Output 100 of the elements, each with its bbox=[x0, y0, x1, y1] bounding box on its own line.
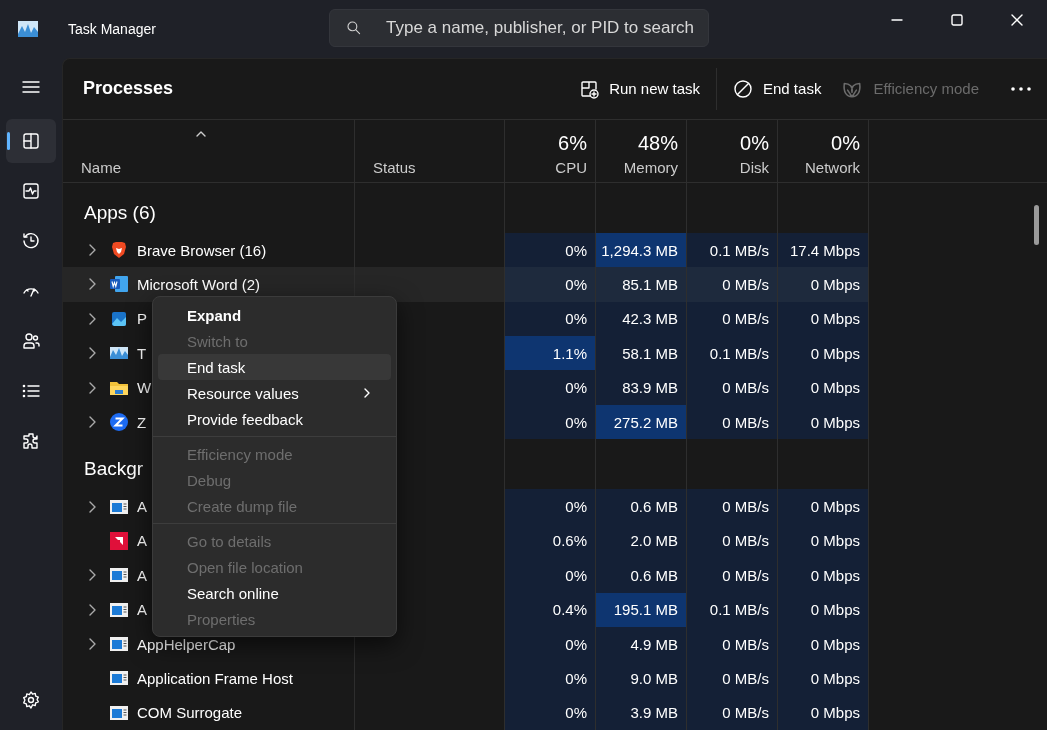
table-cell: 0.4% bbox=[505, 592, 596, 627]
group-title: Backgr bbox=[84, 458, 144, 481]
menu-item[interactable]: Resource values bbox=[158, 380, 391, 406]
table-cell: 83.9 MB bbox=[596, 370, 687, 405]
table-cell: 0 MB/s bbox=[687, 558, 778, 593]
menu-item[interactable]: Search online bbox=[158, 580, 391, 606]
table-cell: 9.0 MB bbox=[596, 661, 687, 696]
sidebar-item[interactable] bbox=[6, 119, 56, 163]
grid-icon bbox=[21, 131, 41, 151]
table-cell: 0% bbox=[505, 404, 596, 440]
table-cell: 0 MB/s bbox=[687, 370, 778, 405]
column-label: Memory bbox=[623, 158, 678, 176]
column-header[interactable]: 6% CPU bbox=[505, 119, 596, 182]
table-cell: 0 MB/s bbox=[687, 523, 778, 559]
table-cell: 58.1 MB bbox=[596, 336, 687, 371]
process-name[interactable]: Application Frame Host bbox=[63, 661, 355, 696]
table-cell: 0.6% bbox=[505, 523, 596, 559]
group-title: Apps (6) bbox=[84, 201, 156, 224]
table-cell: 17.4 Mbps bbox=[778, 232, 869, 268]
column-label: Disk bbox=[739, 158, 769, 176]
search-icon bbox=[346, 20, 362, 36]
table-cell: 0 MB/s bbox=[687, 661, 778, 696]
table-cell: 0 Mbps bbox=[778, 592, 869, 627]
table-cell: 0% bbox=[505, 558, 596, 593]
table-cell: 0% bbox=[505, 661, 596, 696]
table-cell: 275.2 MB bbox=[596, 404, 687, 440]
table-cell: 0 Mbps bbox=[778, 370, 869, 405]
column-total: 6% bbox=[558, 131, 587, 155]
users-icon bbox=[21, 331, 41, 351]
table-cell: 0 Mbps bbox=[778, 301, 869, 337]
column-header[interactable]: 0% Network bbox=[778, 119, 869, 182]
table-cell: 0 MB/s bbox=[687, 489, 778, 524]
scrollbar-thumb[interactable] bbox=[1034, 205, 1039, 245]
table-cell: 0% bbox=[505, 232, 596, 268]
table-cell: 0% bbox=[505, 626, 596, 662]
table-cell: 0 Mbps bbox=[778, 695, 869, 730]
table-cell: 0.1 MB/s bbox=[687, 232, 778, 268]
table-cell: 0.1 MB/s bbox=[687, 592, 778, 627]
prohibit-icon bbox=[733, 78, 753, 99]
app-icon bbox=[18, 21, 38, 37]
column-label: Name bbox=[81, 158, 121, 176]
table-cell: 0% bbox=[505, 370, 596, 405]
page-title: Processes bbox=[83, 78, 174, 100]
table-cell: 0 Mbps bbox=[778, 558, 869, 593]
maximize-icon bbox=[951, 14, 963, 26]
column-header[interactable]: Status bbox=[355, 119, 505, 182]
column-header[interactable]: 48% Memory bbox=[596, 119, 687, 182]
table-cell: 0 Mbps bbox=[778, 626, 869, 662]
table-cell: 0 Mbps bbox=[778, 523, 869, 559]
table-cell: 0% bbox=[505, 695, 596, 730]
close-icon bbox=[1011, 14, 1023, 26]
column-total: 48% bbox=[637, 131, 678, 155]
window-title: Task Manager bbox=[68, 21, 156, 37]
menu-item[interactable]: Expand bbox=[158, 302, 391, 328]
table-cell: 0 MB/s bbox=[687, 301, 778, 337]
table-cell: 0 MB/s bbox=[687, 626, 778, 662]
logo-icon bbox=[109, 530, 129, 551]
table-cell: 3.9 MB bbox=[596, 695, 687, 730]
table-cell: 1.1% bbox=[505, 336, 596, 371]
settings-icon bbox=[21, 690, 41, 710]
table-cell: 0 Mbps bbox=[778, 661, 869, 696]
history-icon bbox=[21, 231, 41, 251]
table-cell: 0 Mbps bbox=[778, 489, 869, 524]
column-header[interactable]: 0% Disk bbox=[687, 119, 778, 182]
table-cell: 85.1 MB bbox=[596, 267, 687, 302]
puzzle-icon bbox=[21, 431, 41, 451]
table-cell: 0% bbox=[505, 301, 596, 337]
column-label: Network bbox=[805, 158, 860, 176]
z-icon bbox=[109, 412, 129, 433]
menu-item[interactable]: End task bbox=[158, 354, 391, 380]
process-name[interactable]: COM Surrogate bbox=[63, 695, 355, 730]
menu-item[interactable]: Provide feedback bbox=[158, 406, 391, 432]
table-cell: 0% bbox=[505, 267, 596, 302]
table-cell: 1,294.3 MB bbox=[596, 232, 687, 268]
column-total: 0% bbox=[831, 131, 860, 155]
table-cell: 0 Mbps bbox=[778, 336, 869, 371]
table-cell: 0 MB/s bbox=[687, 267, 778, 302]
more-icon bbox=[1011, 86, 1031, 91]
table-cell: 0 MB/s bbox=[687, 404, 778, 440]
table-cell: 0.6 MB bbox=[596, 489, 687, 524]
add-task-icon bbox=[579, 78, 600, 99]
table-cell: 4.9 MB bbox=[596, 626, 687, 662]
column-total: 0% bbox=[740, 131, 769, 155]
run-task-button[interactable]: Run new task bbox=[569, 72, 710, 105]
table-cell: 0 Mbps bbox=[778, 267, 869, 302]
process-name[interactable]: Microsoft Word (2) bbox=[63, 267, 355, 302]
table-cell: 2.0 MB bbox=[596, 523, 687, 559]
search-field[interactable]: Type a name, publisher, or PID to search bbox=[329, 9, 709, 47]
end-task-button[interactable]: End task bbox=[723, 72, 832, 105]
column-label: CPU bbox=[555, 158, 587, 176]
document-icon bbox=[109, 274, 129, 295]
table-cell: 0.6 MB bbox=[596, 558, 687, 593]
column-label: Status bbox=[373, 158, 416, 176]
table-cell: 0% bbox=[505, 489, 596, 524]
table-cell: 0 MB/s bbox=[687, 695, 778, 730]
table-cell: 0 Mbps bbox=[778, 404, 869, 440]
pulse-icon bbox=[21, 181, 41, 201]
column-header[interactable]: Name bbox=[63, 119, 355, 182]
lion-icon bbox=[109, 240, 129, 261]
table-cell: 195.1 MB bbox=[596, 592, 687, 627]
